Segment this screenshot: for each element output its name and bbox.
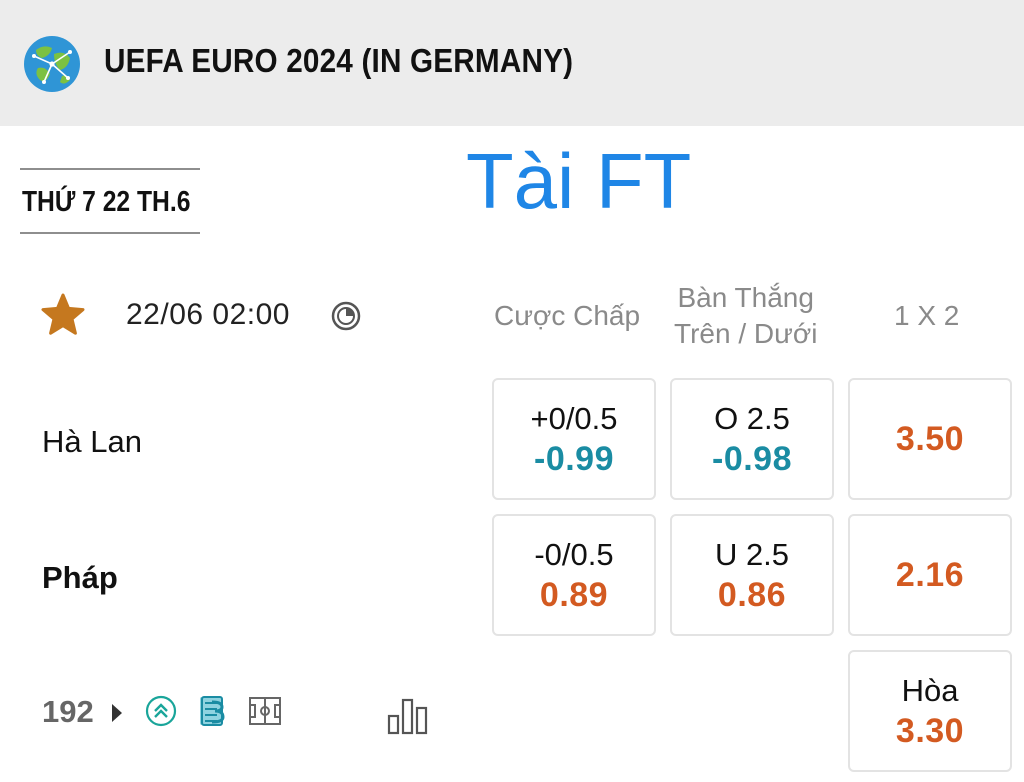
under-price: 0.86 (717, 576, 787, 614)
under-odds[interactable]: U 2.5 0.86 (670, 514, 834, 636)
home-handicap-price: -0.99 (534, 440, 614, 478)
home-win-price: 3.50 (895, 420, 965, 458)
chevron-right-icon[interactable] (112, 704, 122, 722)
home-handicap-odds[interactable]: +0/0.5 -0.99 (492, 378, 656, 500)
league-title: UEFA EURO 2024 (IN GERMANY) (104, 42, 574, 79)
away-handicap-line: -0/0.5 (534, 537, 614, 572)
globe-icon (24, 36, 80, 92)
away-team-name: Pháp (42, 560, 118, 595)
column-header-1x2: 1 X 2 (894, 300, 960, 331)
over-price: -0.98 (712, 440, 792, 478)
over-line: O 2.5 (714, 401, 790, 436)
stats-book-icon[interactable] (196, 694, 230, 728)
clock-icon (331, 301, 361, 331)
away-win-price: 2.16 (895, 556, 965, 594)
away-win-odds[interactable]: 2.16 (848, 514, 1012, 636)
pitch-icon[interactable] (248, 694, 282, 728)
draw-odds[interactable]: Hòa 3.30 (848, 650, 1012, 772)
home-win-odds[interactable]: 3.50 (848, 378, 1012, 500)
column-header-over-under: Bàn Thắng Trên / Dưới (674, 280, 817, 352)
draw-price: 3.30 (895, 712, 965, 750)
bar-chart-icon[interactable] (386, 696, 430, 736)
draw-label: Hòa (901, 673, 959, 708)
away-handicap-odds[interactable]: -0/0.5 0.89 (492, 514, 656, 636)
home-handicap-line: +0/0.5 (530, 401, 618, 436)
kickoff-time: 22/06 02:00 (126, 298, 290, 331)
double-up-icon[interactable] (144, 694, 178, 728)
column-header-over-under-line2: Trên / Dưới (674, 318, 818, 349)
date-label: THỨ 7 22 TH.6 (22, 186, 191, 218)
home-team-name: Hà Lan (42, 424, 142, 459)
more-markets-count[interactable]: 192 (42, 694, 94, 730)
star-icon[interactable] (40, 292, 86, 338)
over-odds[interactable]: O 2.5 -0.98 (670, 378, 834, 500)
column-header-over-under-line1: Bàn Thắng (677, 282, 814, 313)
under-line: U 2.5 (714, 537, 790, 572)
date-header: THỨ 7 22 TH.6 (20, 168, 200, 234)
league-header[interactable]: UEFA EURO 2024 (IN GERMANY) (0, 0, 1024, 126)
column-header-handicap: Cược Chấp (494, 300, 641, 331)
away-handicap-price: 0.89 (539, 576, 609, 614)
overlay-label: Tài FT (466, 137, 692, 225)
